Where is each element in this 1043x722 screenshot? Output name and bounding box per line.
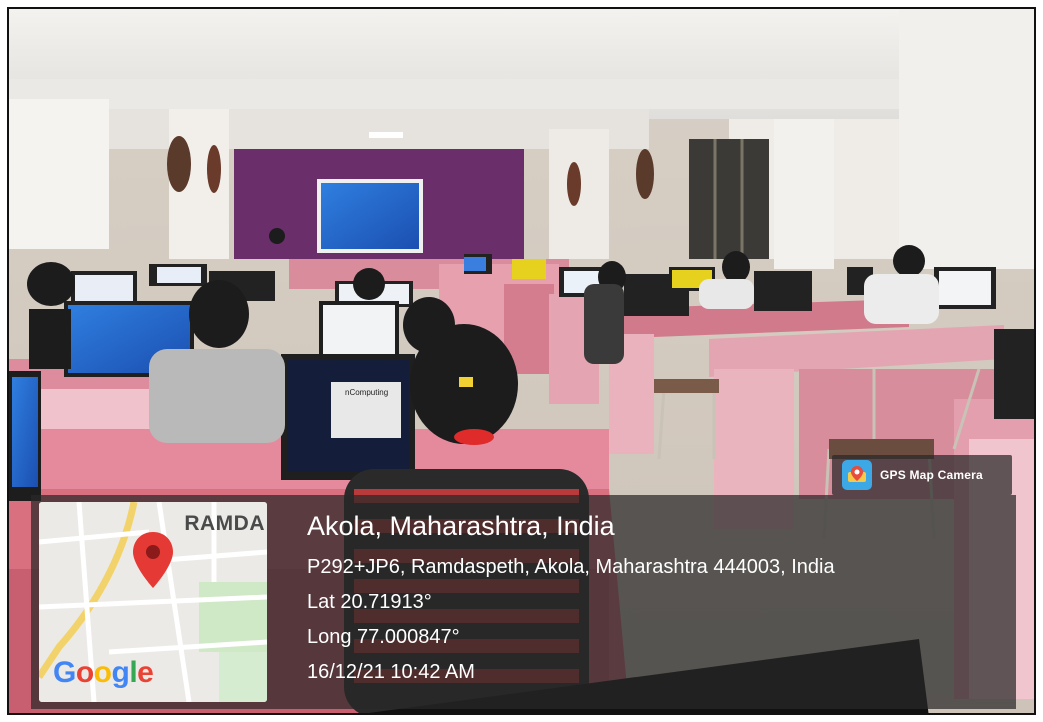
google-logo-letter: l xyxy=(129,656,138,689)
gps-map-camera-icon xyxy=(842,460,872,490)
gps-info-panel: RAMDA Google Akola, Maharashtra, India P… xyxy=(31,495,1016,709)
google-logo-letter: o xyxy=(75,656,94,689)
location-timestamp: 16/12/21 10:42 AM xyxy=(307,661,475,683)
map-area-label: RAMDA xyxy=(184,512,265,535)
location-address: P292+JP6, Ramdaspeth, Akola, Maharashtra… xyxy=(307,556,835,578)
gps-map-camera-badge: GPS Map Camera xyxy=(832,455,1012,495)
google-logo-letter: g xyxy=(111,656,130,689)
location-latitude: Lat 20.71913° xyxy=(307,591,432,613)
gps-location-text: Akola, Maharashtra, India P292+JP6, Ramd… xyxy=(307,511,835,696)
google-logo: Google xyxy=(53,656,154,690)
location-pin-icon xyxy=(133,532,173,588)
monitor-screen-text: nComputing xyxy=(345,388,388,397)
location-title: Akola, Maharashtra, India xyxy=(307,511,615,541)
photo-frame: nComputing GPS Map Camera RAMDA Google A… xyxy=(7,7,1036,715)
gps-map-camera-label: GPS Map Camera xyxy=(880,468,983,482)
google-logo-letter: o xyxy=(93,656,112,689)
map-thumbnail: RAMDA Google xyxy=(39,502,267,702)
location-longitude: Long 77.000847° xyxy=(307,626,460,648)
google-logo-letter: e xyxy=(137,656,154,689)
google-logo-letter: G xyxy=(53,656,76,689)
